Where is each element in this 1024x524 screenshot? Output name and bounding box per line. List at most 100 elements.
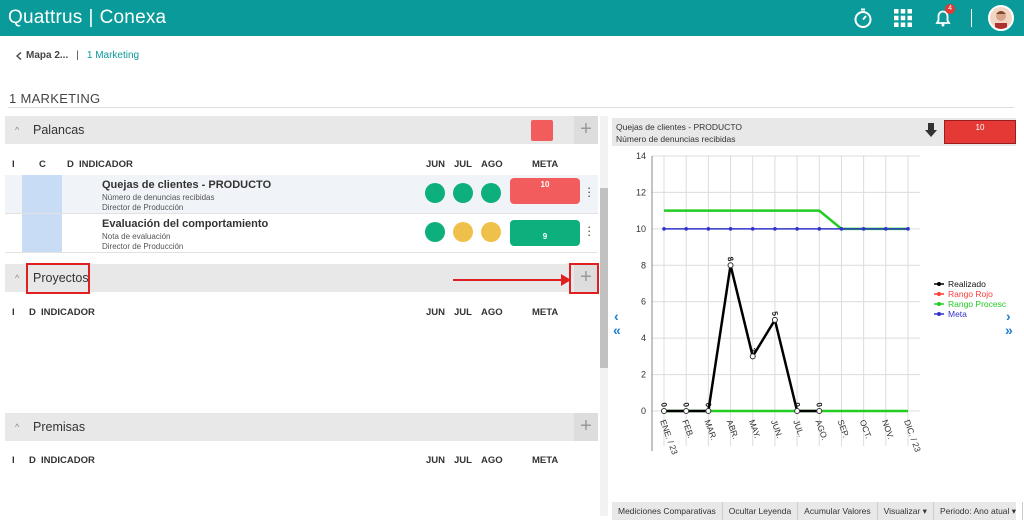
realizado-point bbox=[727, 262, 734, 269]
bell-icon[interactable]: 4 bbox=[931, 4, 955, 30]
col-jul: JUL bbox=[454, 455, 472, 466]
meta-point bbox=[817, 227, 822, 231]
status-dot-jun bbox=[425, 183, 445, 203]
chart-title: Quejas de clientes - PRODUCTO bbox=[616, 122, 742, 132]
x-tick-label: NOV. bbox=[880, 418, 896, 440]
col-meta: META bbox=[532, 307, 559, 318]
legend-marker bbox=[937, 312, 941, 316]
app-brand[interactable]: Quattrus | Conexa bbox=[0, 7, 166, 29]
category-strip bbox=[22, 175, 62, 213]
section-palancas-title: Palancas bbox=[33, 123, 85, 137]
legend-label: Meta bbox=[948, 309, 967, 319]
annotation-arrow bbox=[453, 279, 563, 281]
col-i: I bbox=[12, 159, 15, 170]
brand-name: Quattrus bbox=[8, 7, 83, 28]
category-strip bbox=[22, 214, 62, 252]
realizado-point bbox=[749, 353, 756, 360]
realizado-point bbox=[816, 408, 823, 414]
caret-up-icon[interactable]: ^ bbox=[15, 422, 27, 432]
meta-point bbox=[662, 227, 666, 231]
top-bar: Quattrus | Conexa 4 bbox=[0, 0, 1024, 36]
indicator-row[interactable]: Quejas de clientes - PRODUCTO Número de … bbox=[5, 175, 598, 213]
y-tick-label: 0 bbox=[641, 406, 646, 416]
notification-badge: 4 bbox=[945, 4, 955, 14]
col-jun: JUN bbox=[426, 159, 446, 170]
col-ago: AGO bbox=[481, 159, 503, 170]
status-dot-jul bbox=[453, 183, 473, 203]
legend-label: Rango Procesc bbox=[948, 299, 1007, 309]
realizado-point bbox=[794, 408, 801, 414]
breadcrumb-back[interactable]: Mapa 2... bbox=[16, 50, 68, 61]
breadcrumb-current[interactable]: 1 Marketing bbox=[87, 50, 139, 61]
page-title: 1 MARKETING bbox=[9, 91, 101, 106]
legend-marker bbox=[937, 282, 941, 286]
panel-scrollbar[interactable] bbox=[600, 116, 608, 516]
visualizar-dropdown[interactable]: Visualizar ▾ bbox=[878, 502, 934, 520]
periodo-dropdown[interactable]: Periodo: Ano atual ▾ bbox=[934, 502, 1024, 520]
meta-value: 10 bbox=[510, 178, 580, 204]
title-divider bbox=[8, 107, 1014, 108]
meta-point bbox=[706, 227, 711, 231]
double-chevron-left-icon[interactable]: « bbox=[613, 322, 621, 338]
realizado-point bbox=[661, 408, 667, 414]
x-tick-label: SEP. bbox=[836, 418, 852, 439]
y-tick-label: 8 bbox=[641, 260, 646, 270]
acumular-button[interactable]: Acumular Valores bbox=[798, 502, 878, 520]
add-palanca-button[interactable]: + bbox=[574, 116, 598, 144]
col-d: D bbox=[29, 307, 36, 318]
chart-panel: Quejas de clientes - PRODUCTO Número de … bbox=[612, 118, 1016, 518]
col-ago: AGO bbox=[481, 455, 503, 466]
user-avatar[interactable] bbox=[988, 5, 1014, 31]
stopwatch-icon[interactable] bbox=[851, 6, 875, 30]
col-ago: AGO bbox=[481, 307, 503, 318]
y-tick-label: 6 bbox=[641, 297, 646, 307]
status-dot-ago bbox=[481, 222, 501, 242]
breadcrumb-divider: | bbox=[76, 50, 79, 61]
section-palancas: ^ Palancas + bbox=[5, 116, 598, 144]
apps-grid-icon[interactable] bbox=[891, 6, 915, 30]
meta-point bbox=[728, 227, 733, 231]
scrollbar-thumb[interactable] bbox=[600, 188, 608, 368]
x-tick-label: MAY. bbox=[747, 418, 763, 439]
chevron-left-icon bbox=[16, 51, 22, 60]
legend-marker bbox=[937, 302, 941, 306]
col-d: D bbox=[67, 159, 74, 170]
realizado-point bbox=[705, 408, 712, 414]
col-jun: JUN bbox=[426, 455, 446, 466]
y-tick-label: 14 bbox=[636, 151, 646, 161]
col-jul: JUL bbox=[454, 159, 472, 170]
row-separator bbox=[5, 252, 598, 253]
legend-label: Rango Rojo bbox=[948, 289, 993, 299]
caret-up-icon[interactable]: ^ bbox=[15, 125, 27, 135]
status-dot-ago bbox=[481, 183, 501, 203]
ocultar-leyenda-button[interactable]: Ocultar Leyenda bbox=[723, 502, 799, 520]
legend-marker bbox=[937, 292, 941, 296]
line-chart: 0 2 4 6 8 10 12 14 ENE. / 23 FEB. MAR. ABR. MAY. JUN.… bbox=[636, 151, 1007, 456]
section-proyectos: ^ Proyectos + bbox=[5, 264, 598, 292]
meta-point bbox=[773, 227, 777, 231]
indicator-row[interactable]: Evaluación del comportamiento Nota de ev… bbox=[5, 214, 598, 252]
y-tick-label: 4 bbox=[641, 333, 646, 343]
indicator-unit: Nota de evaluación bbox=[102, 232, 171, 241]
x-tick-label: ABR. bbox=[725, 418, 741, 440]
double-chevron-right-icon[interactable]: » bbox=[1005, 322, 1013, 338]
x-tick-label: FEB. bbox=[680, 418, 696, 439]
chart-header: Quejas de clientes - PRODUCTO Número de … bbox=[612, 118, 1016, 146]
arrowhead-icon bbox=[561, 274, 571, 286]
proyectos-column-header: I D INDICADOR JUN JUL AGO META bbox=[5, 307, 598, 321]
kebab-menu-icon[interactable]: · · · bbox=[587, 181, 591, 202]
current-value-badge: 10 bbox=[944, 120, 1016, 144]
add-premisa-button[interactable]: + bbox=[574, 413, 598, 441]
breadcrumb: Mapa 2... | 1 Marketing bbox=[16, 50, 139, 61]
kebab-menu-icon[interactable]: · · · bbox=[587, 220, 591, 241]
col-jul: JUL bbox=[454, 307, 472, 318]
comparativas-button[interactable]: Mediciones Comparativas bbox=[612, 502, 723, 520]
x-tick-label: JUL. bbox=[791, 418, 806, 438]
indicator-owner: Director de Producción bbox=[102, 242, 184, 251]
chart-subtitle: Número de denuncias recibidas bbox=[616, 134, 736, 144]
status-dot-jun bbox=[425, 222, 445, 242]
meta-point bbox=[750, 227, 755, 231]
col-c: C bbox=[39, 159, 46, 170]
col-jun: JUN bbox=[426, 307, 446, 318]
y-tick-label: 12 bbox=[636, 187, 646, 197]
